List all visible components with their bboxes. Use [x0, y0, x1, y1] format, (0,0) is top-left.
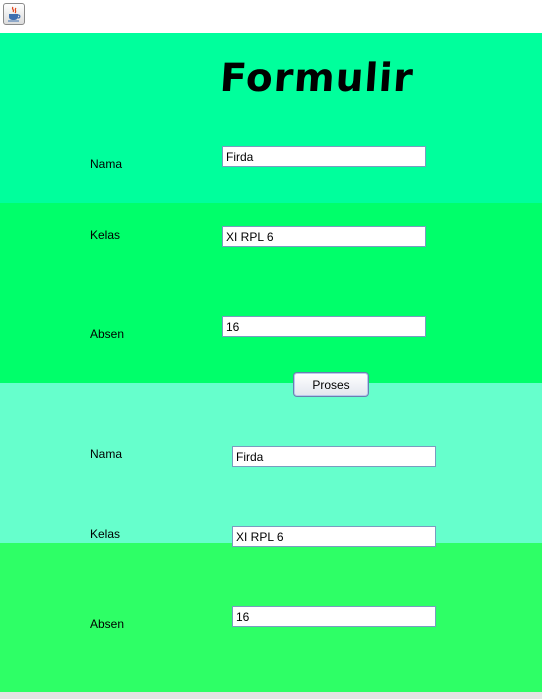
- window-bottom-strip: [0, 692, 542, 699]
- output-name-label: Nama: [90, 447, 123, 461]
- window-titlebar: [0, 0, 542, 33]
- output-name-field[interactable]: [232, 446, 436, 467]
- number-input[interactable]: [222, 316, 426, 337]
- output-number-label: Absen: [90, 617, 125, 631]
- output-number-field[interactable]: [232, 606, 436, 627]
- class-label: Kelas: [90, 228, 121, 242]
- name-label: Nama: [90, 157, 123, 171]
- class-input[interactable]: [222, 226, 426, 247]
- number-label: Absen: [90, 327, 125, 341]
- name-input[interactable]: [222, 146, 426, 167]
- output-class-field[interactable]: [232, 526, 436, 547]
- process-button[interactable]: Proses: [293, 372, 369, 397]
- form-title: Formulir: [218, 56, 416, 101]
- java-cup-icon[interactable]: [3, 3, 25, 25]
- output-class-label: Kelas: [90, 527, 121, 541]
